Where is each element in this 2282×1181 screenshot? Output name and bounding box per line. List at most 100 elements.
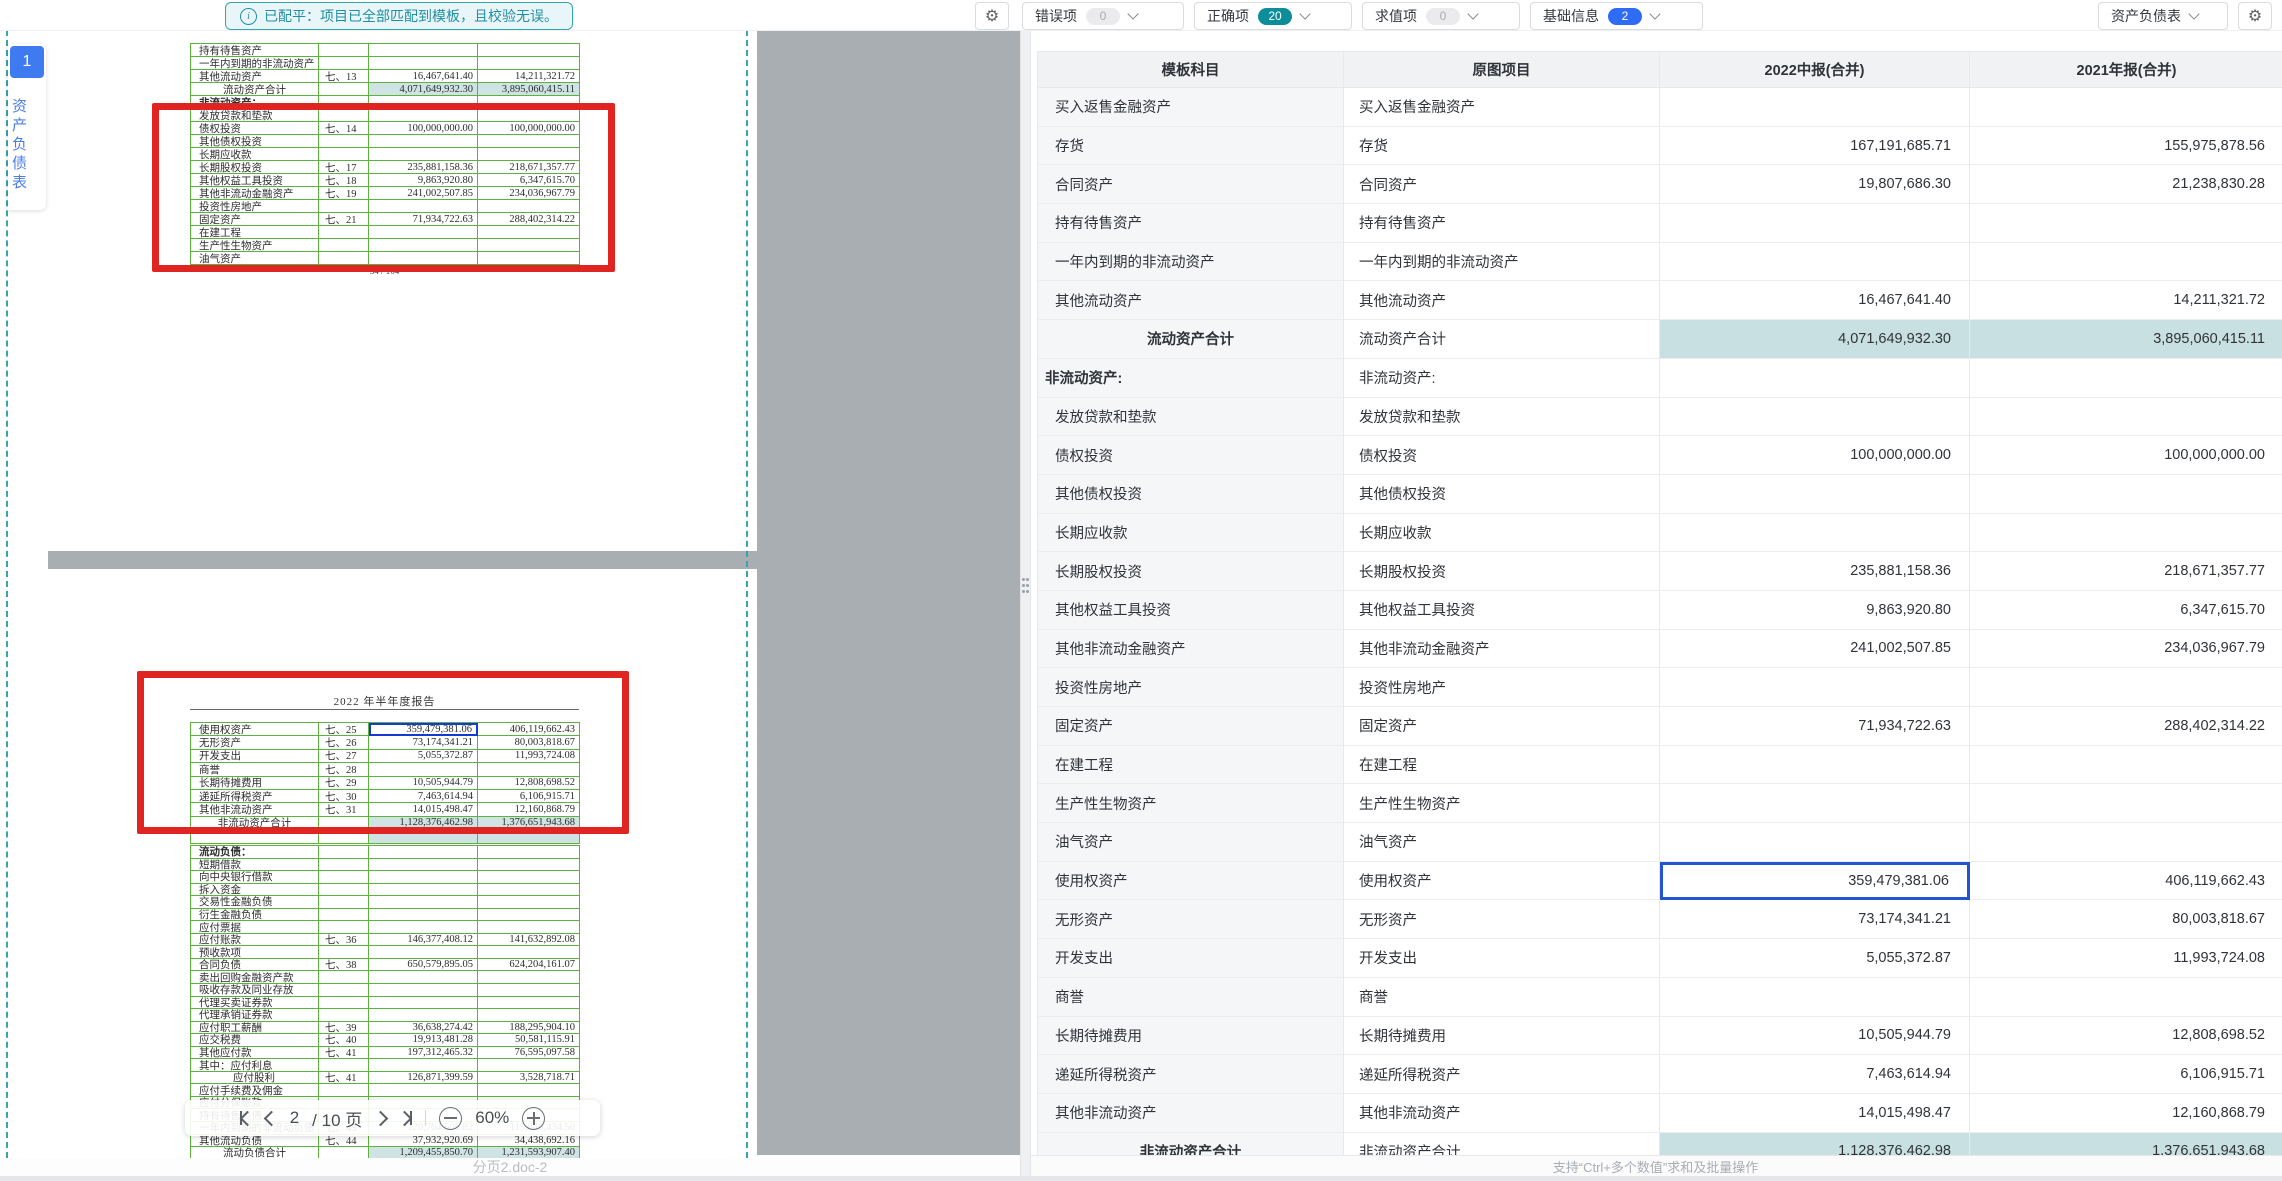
cell-2022-value[interactable] (1660, 668, 1970, 707)
cell-2022-value[interactable] (1660, 978, 1970, 1017)
cell-2021-value[interactable] (1970, 746, 2282, 785)
filter-correct-items[interactable]: 正确项 20 (1194, 2, 1352, 30)
panel-splitter[interactable] (1020, 0, 1031, 1176)
cell-2022-value[interactable] (1660, 475, 1970, 514)
cell-2022-value[interactable]: 9,863,920.80 (1660, 591, 1970, 630)
display-settings-button[interactable]: ⚙ (975, 2, 1009, 30)
cell-2022-value[interactable]: 10,505,944.79 (1660, 1017, 1970, 1056)
cell-2021-value[interactable] (1970, 88, 2282, 127)
filter-basic-info[interactable]: 基础信息 2 (1530, 2, 1703, 30)
cell-2022-value[interactable]: 5,055,372.87 (1660, 939, 1970, 978)
cell-2022-value[interactable] (1660, 359, 1970, 398)
cell-2022-value[interactable] (1660, 204, 1970, 243)
cell-2021-value[interactable]: 6,347,615.70 (1970, 591, 2282, 630)
doc-table-row: 一年内到期的非流动资产 (191, 57, 580, 70)
cell-2022-value[interactable]: 71,934,722.63 (1660, 707, 1970, 746)
cell-2022-value[interactable] (1660, 88, 1970, 127)
cell-2021-value[interactable]: 406,119,662.43 (1970, 862, 2282, 901)
cell-2022-value[interactable]: 167,191,685.71 (1660, 127, 1970, 166)
comparison-table-row: 买入返售金融资产买入返售金融资产 (1038, 88, 2282, 127)
sheet-tab-number[interactable]: 1 (10, 46, 44, 78)
comparison-table-row: 存货存货167,191,685.71155,975,878.56 (1038, 127, 2282, 166)
zoom-in-icon[interactable] (522, 1107, 545, 1130)
first-page-icon[interactable] (240, 1109, 253, 1127)
last-page-icon[interactable] (399, 1109, 412, 1127)
cell-2021-value[interactable]: 3,895,060,415.11 (1970, 320, 2282, 359)
cell-2021-value[interactable] (1970, 359, 2282, 398)
doc-cell (478, 1084, 580, 1097)
doc-cell: 拆入资金 (191, 884, 319, 897)
sheet-tab-card[interactable]: 1 资产负债表 (8, 44, 46, 210)
doc-table-row: 吸收存款及同业存放 (191, 984, 580, 997)
cell-2021-value[interactable]: 21,238,830.28 (1970, 165, 2282, 204)
cell-2021-value[interactable]: 234,036,967.79 (1970, 630, 2282, 669)
doc-cell: 应交税费 (191, 1034, 319, 1047)
cell-2022-value[interactable]: 359,479,381.06 (1660, 862, 1970, 901)
cell-2021-value[interactable]: 11,993,724.08 (1970, 939, 2282, 978)
cell-2022-value[interactable] (1660, 398, 1970, 437)
cell-2021-value[interactable]: 155,975,878.56 (1970, 127, 2282, 166)
cell-original-item: 投资性房地产 (1344, 668, 1660, 707)
doc-cell: 应付手续费及佣金 (191, 1084, 319, 1097)
table-settings-button[interactable]: ⚙ (2238, 2, 2272, 30)
cell-2021-value[interactable]: 288,402,314.22 (1970, 707, 2282, 746)
cell-2022-value[interactable]: 7,463,614.94 (1660, 1055, 1970, 1094)
cell-2022-value[interactable] (1660, 784, 1970, 823)
comparison-table-row: 长期股权投资长期股权投资235,881,158.36218,671,357.77 (1038, 552, 2282, 591)
cell-template-subject: 其他流动资产 (1038, 281, 1344, 320)
drag-handle-icon[interactable] (1022, 578, 1025, 581)
cell-2022-value[interactable] (1660, 746, 1970, 785)
doc-cell (478, 44, 580, 57)
cell-template-subject: 无形资产 (1038, 900, 1344, 939)
cell-original-item: 长期股权投资 (1344, 552, 1660, 591)
doc-cell (319, 1009, 369, 1022)
cell-2022-value[interactable]: 19,807,686.30 (1660, 165, 1970, 204)
cell-2022-value[interactable]: 14,015,498.47 (1660, 1094, 1970, 1133)
cell-2021-value[interactable] (1970, 475, 2282, 514)
comparison-table-row: 在建工程在建工程 (1038, 746, 2282, 785)
filter-evaluate-items[interactable]: 求值项 0 (1362, 2, 1520, 30)
cell-2021-value[interactable]: 14,211,321.72 (1970, 281, 2282, 320)
zoom-out-icon[interactable] (439, 1107, 462, 1130)
sheet-select[interactable]: 资产负债表 (2098, 2, 2228, 30)
cell-2022-value[interactable]: 235,881,158.36 (1660, 552, 1970, 591)
cell-2021-value[interactable] (1970, 978, 2282, 1017)
cell-2021-value[interactable] (1970, 668, 2282, 707)
doc-table-row: 流动负债： (191, 846, 580, 859)
next-page-icon[interactable] (375, 1109, 386, 1127)
cell-2022-value[interactable] (1660, 243, 1970, 282)
cell-2022-value[interactable]: 241,002,507.85 (1660, 630, 1970, 669)
doc-cell (478, 909, 580, 922)
cell-2021-value[interactable]: 1,376,651,943.68 (1970, 1133, 2282, 1156)
cell-2022-value[interactable] (1660, 823, 1970, 862)
prev-page-icon[interactable] (266, 1109, 277, 1127)
cell-2021-value[interactable]: 12,160,868.79 (1970, 1094, 2282, 1133)
cell-2022-value[interactable]: 73,174,341.21 (1660, 900, 1970, 939)
cell-2022-value[interactable]: 4,071,649,932.30 (1660, 320, 1970, 359)
current-page[interactable]: 2 (290, 1108, 299, 1128)
cell-2021-value[interactable]: 100,000,000.00 (1970, 436, 2282, 475)
chevron-down-icon (2188, 8, 2199, 19)
cell-2021-value[interactable]: 6,106,915.71 (1970, 1055, 2282, 1094)
cell-2022-value[interactable] (1660, 514, 1970, 553)
comparison-table-row: 其他非流动资产其他非流动资产14,015,498.4712,160,868.79 (1038, 1094, 2282, 1133)
cell-2021-value[interactable]: 218,671,357.77 (1970, 552, 2282, 591)
cell-2021-value[interactable] (1970, 514, 2282, 553)
cell-2021-value[interactable] (1970, 204, 2282, 243)
cell-2021-value[interactable] (1970, 823, 2282, 862)
cell-2021-value[interactable] (1970, 784, 2282, 823)
cell-2021-value[interactable] (1970, 243, 2282, 282)
cell-2021-value[interactable] (1970, 398, 2282, 437)
cell-2022-value[interactable]: 1,128,376,462.98 (1660, 1133, 1970, 1156)
doc-table-row: 持有待售资产 (191, 44, 580, 57)
cell-2021-value[interactable]: 12,808,698.52 (1970, 1017, 2282, 1056)
comparison-table-row: 长期待摊费用长期待摊费用10,505,944.7912,808,698.52 (1038, 1017, 2282, 1056)
cell-2022-value[interactable]: 100,000,000.00 (1660, 436, 1970, 475)
count-badge: 0 (1426, 8, 1460, 25)
doc-cell: 七、44 (319, 1135, 369, 1148)
cell-2021-value[interactable]: 80,003,818.67 (1970, 900, 2282, 939)
doc-cell: 流动负债： (191, 846, 319, 859)
cell-2022-value[interactable]: 16,467,641.40 (1660, 281, 1970, 320)
header-original-item: 原图项目 (1344, 52, 1660, 88)
filter-error-items[interactable]: 错误项 0 (1022, 2, 1184, 30)
